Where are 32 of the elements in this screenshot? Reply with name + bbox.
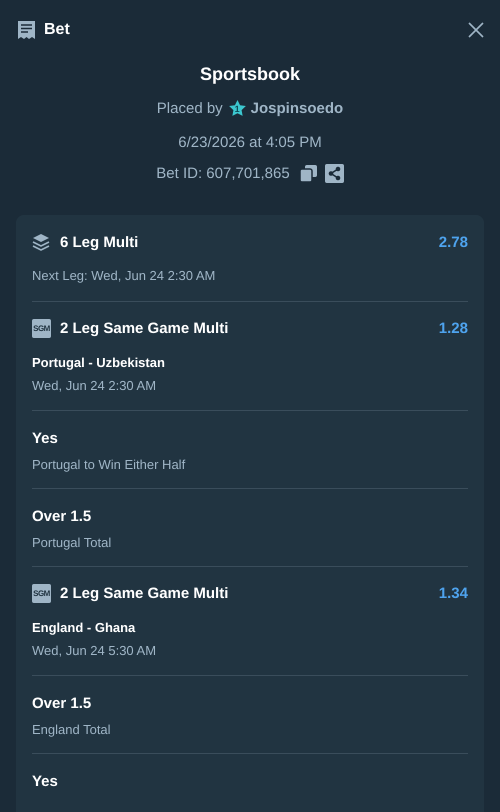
market-name: Portugal Total [32, 535, 112, 550]
close-icon[interactable] [468, 22, 484, 38]
match-time: Wed, Jun 24 5:30 AM [32, 643, 158, 658]
market-name: Portugal to Win Either Half [32, 457, 186, 472]
selection-name: Yes [32, 773, 59, 790]
bet-type: 2 Leg Same Game Multi [60, 585, 228, 602]
placed-by-label: Placed by [156, 100, 223, 116]
rank-star-icon: 1 [228, 98, 247, 118]
next-leg-time: Next Leg: Wed, Jun 24 2:30 AM [32, 268, 216, 283]
receipt-icon [17, 20, 36, 40]
bet-id: Bet ID: 607,701,865 [156, 164, 290, 182]
bet-type: 2 Leg Same Game Multi [60, 320, 228, 337]
username[interactable]: Jospinsoedo [250, 100, 344, 116]
placed-date: 6/23/2026 at 4:05 PM [178, 134, 322, 150]
copy-icon[interactable] [300, 164, 317, 182]
share-icon[interactable] [324, 164, 344, 182]
panel-title: Bet [44, 21, 70, 39]
selection-name: Yes [32, 430, 59, 447]
odds: 2.78 [438, 234, 468, 250]
sgm-badge: SGM [32, 319, 51, 338]
match-name: Portugal - Uzbekistan [32, 355, 166, 370]
bet-type: 6 Leg Multi [60, 234, 138, 250]
match-time: Wed, Jun 24 2:30 AM [32, 378, 158, 393]
selection-name: Over 1.5 [32, 508, 92, 525]
sportsbook-title: Sportsbook [200, 64, 300, 86]
selection-name: Over 1.5 [32, 695, 92, 712]
market-name: England Total [32, 722, 112, 737]
odds: 1.28 [438, 320, 468, 337]
odds: 1.34 [438, 585, 468, 602]
sgm-badge: SGM [32, 584, 51, 603]
match-name: England - Ghana [32, 620, 136, 635]
layers-icon [32, 233, 50, 251]
